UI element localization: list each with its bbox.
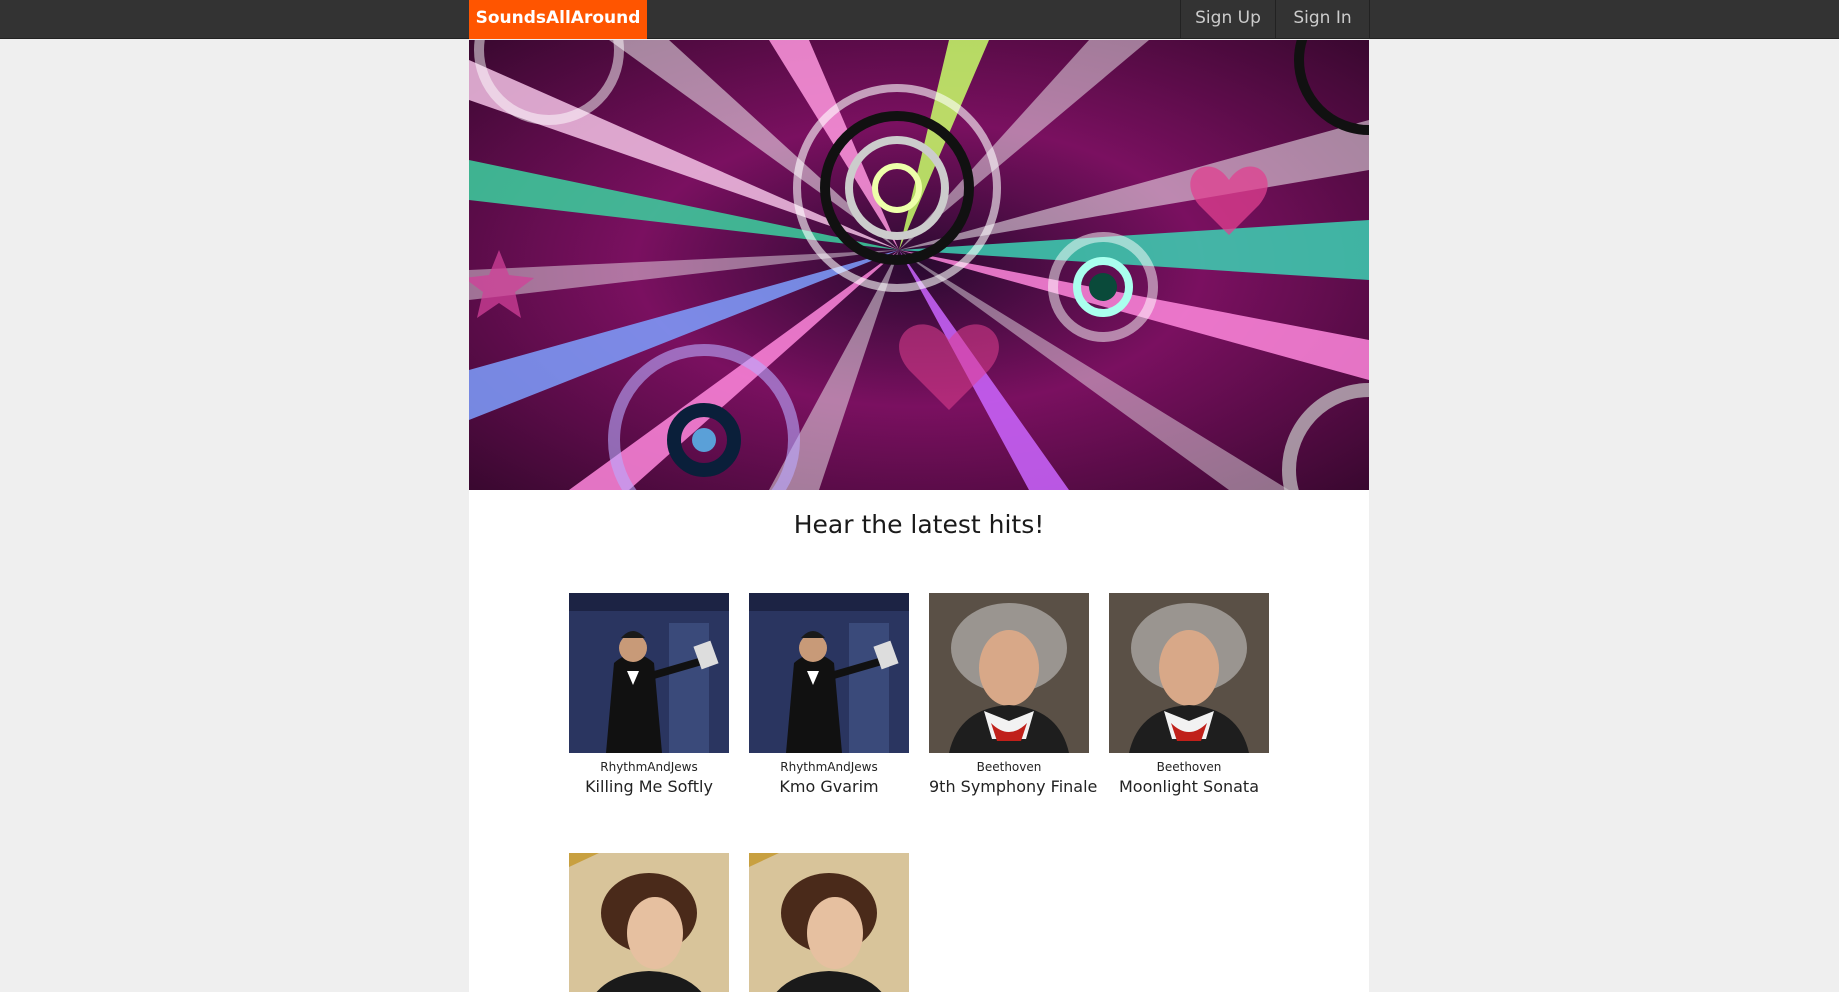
song-card[interactable]: Beethoven Moonlight Sonata	[1109, 593, 1269, 797]
chopin-portrait-image[interactable]	[749, 853, 909, 992]
navbar: SoundsAllAround Sign Up Sign In	[0, 0, 1839, 39]
song-card[interactable]	[749, 853, 909, 992]
song-title[interactable]: Killing Me Softly	[569, 777, 729, 797]
sign-in-link[interactable]: Sign In	[1275, 0, 1370, 39]
hero-banner-image	[469, 40, 1369, 490]
song-title[interactable]: 9th Symphony Finale	[929, 777, 1097, 797]
nav-links: Sign Up Sign In	[1180, 0, 1370, 39]
song-title[interactable]: Kmo Gvarim	[749, 777, 909, 797]
main-content: Hear the latest hits! RhythmAndJews Kill…	[469, 40, 1369, 992]
brand-logo-link[interactable]: SoundsAllAround	[469, 0, 647, 39]
song-card[interactable]: RhythmAndJews Kmo Gvarim	[749, 593, 909, 797]
song-artist: RhythmAndJews	[600, 760, 698, 774]
chopin-portrait-image[interactable]	[569, 853, 729, 992]
sign-up-link[interactable]: Sign Up	[1180, 0, 1275, 39]
magician-album-cover-image[interactable]	[569, 593, 729, 753]
song-card[interactable]: RhythmAndJews Killing Me Softly	[569, 593, 729, 797]
magician-album-cover-image[interactable]	[749, 593, 909, 753]
beethoven-portrait-image[interactable]	[929, 593, 1089, 753]
song-artist: Beethoven	[1156, 760, 1222, 774]
song-artist: RhythmAndJews	[780, 760, 878, 774]
song-card[interactable]: Beethoven 9th Symphony Finale	[929, 593, 1097, 797]
beethoven-portrait-image[interactable]	[1109, 593, 1269, 753]
song-title[interactable]: Moonlight Sonata	[1109, 777, 1269, 797]
song-artist: Beethoven	[976, 760, 1042, 774]
page-headline: Hear the latest hits!	[793, 510, 1045, 539]
song-card[interactable]	[569, 853, 729, 992]
